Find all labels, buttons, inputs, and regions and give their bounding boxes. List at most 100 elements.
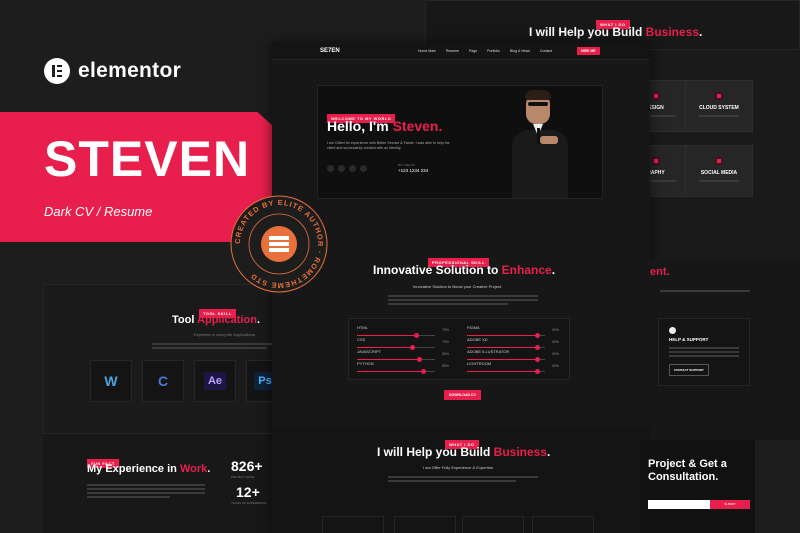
- hire-me-button[interactable]: HIRE ME: [577, 47, 600, 55]
- skill-bar: [357, 333, 435, 338]
- skill-bar-knob[interactable]: [535, 369, 541, 374]
- cta-heading: Project & Get a Consultation.: [648, 458, 727, 483]
- skill-row: ADOBE ILLUSTRATOR 90%: [467, 349, 559, 362]
- skill-bar: [467, 345, 545, 350]
- nav-item-blog[interactable]: Blog & News: [510, 49, 530, 53]
- skill-percent: 90%: [551, 340, 559, 344]
- skill-bar-fill: [467, 371, 538, 372]
- stat-projects: 826+: [231, 458, 263, 474]
- linkedin-icon[interactable]: [360, 165, 367, 172]
- skill-bar-fill: [467, 347, 538, 348]
- cta-submit-button[interactable]: SUBMIT: [710, 500, 750, 509]
- skill-percent: 85%: [441, 364, 449, 368]
- cta-email-input[interactable]: [648, 500, 710, 509]
- stat-years: 12+: [236, 484, 260, 500]
- skill-name: HTML: [357, 325, 368, 330]
- bottom-whatido: WHAT I DO I will Help you Build Business…: [272, 427, 650, 533]
- skill-row: FIGMA 90%: [467, 325, 559, 338]
- skill-bar-fill: [357, 371, 424, 372]
- skill-bar: [357, 369, 435, 374]
- hero-heading: Hello, I'm Steven.: [327, 118, 443, 134]
- hero-text: I am Gifted for experience with Better S…: [327, 141, 450, 151]
- skill-percent: 90%: [551, 364, 559, 368]
- whatido-card-4[interactable]: [532, 516, 594, 533]
- phone-label: BUY ME ON: [398, 163, 415, 167]
- support-icon: [669, 327, 676, 334]
- tools-sub: Expertise in using the Applications.: [194, 332, 256, 337]
- service-card-cloud[interactable]: CLOUD SYSTEM: [685, 80, 753, 132]
- funfact-heading: My Experience in Work.: [87, 463, 211, 475]
- skill-row: PYTHON 85%: [357, 361, 449, 374]
- cplusplus-icon[interactable]: C: [142, 360, 184, 402]
- skills-panel: HTML 75% CSS 70% JAVASCRIPT 80% PYTHON 85% FIGM…: [348, 318, 570, 380]
- facebook-icon[interactable]: [338, 165, 345, 172]
- nav-menu: Home Main Resume Page Portfolio Blog & N…: [418, 49, 552, 53]
- skill-percent: 90%: [551, 328, 559, 332]
- nav-item-home[interactable]: Home Main: [418, 49, 436, 53]
- skill-row: JAVASCRIPT 80%: [357, 349, 449, 362]
- product-title: STEVEN: [44, 131, 251, 187]
- skill-bar-fill: [467, 335, 538, 336]
- skill-name: FIGMA: [467, 325, 480, 330]
- instagram-icon[interactable]: [349, 165, 356, 172]
- skill-bar-fill: [357, 359, 420, 360]
- skill-row: ADOBE XD 90%: [467, 337, 559, 350]
- skill-name: LIGHTROOM: [467, 361, 492, 366]
- skill-bar-fill: [357, 347, 412, 348]
- nav-item-resume[interactable]: Resume: [446, 49, 459, 53]
- skill-bar: [467, 333, 545, 338]
- skills-sub: Innovative Solution to Boost your Creati…: [413, 284, 503, 289]
- tools-heading: Tool Application.: [172, 314, 260, 326]
- skill-row: LIGHTROOM 90%: [467, 361, 559, 374]
- skill-name: PYTHON: [357, 361, 374, 366]
- tools-section: TOOL SKILL Tool Application. Expertise i…: [43, 284, 284, 434]
- skill-row: HTML 75%: [357, 325, 449, 338]
- screenshot-root: WHAT I DO I will Help you Build Business…: [0, 0, 800, 533]
- top-heading: I will Help you Build Business.: [529, 25, 703, 39]
- skill-bar: [467, 357, 545, 362]
- skill-name: CSS: [357, 337, 366, 342]
- elementor-wordmark: elementor: [78, 59, 182, 82]
- skill-name: ADOBE XD: [467, 337, 488, 342]
- elementor-icon: [44, 58, 70, 84]
- cta-section: Project & Get a Consultation. SUBMIT: [640, 440, 755, 533]
- nav-item-page[interactable]: Page: [469, 49, 477, 53]
- skill-percent: 80%: [441, 352, 449, 356]
- stat-projects-label: PROJECT DONE: [231, 475, 255, 479]
- portrait-image: [488, 86, 588, 198]
- contact-support-button[interactable]: CONTACT SUPPORT: [669, 364, 709, 376]
- site-navbar: SE7EN Home Main Resume Page Portfolio Bl…: [272, 43, 650, 60]
- skill-name: ADOBE ILLUSTRATOR: [467, 349, 510, 354]
- funfact-section: FUN FACT My Experience in Work. 826+ PRO…: [43, 434, 283, 533]
- nav-item-contact[interactable]: Contact: [540, 49, 552, 53]
- skill-bar: [357, 357, 435, 362]
- author-seal: CREATED BY ELITE AUTHOR · ROMETHEME STD: [229, 194, 329, 294]
- after-effects-icon[interactable]: Ae: [194, 360, 236, 402]
- service-card-social[interactable]: SOCIAL MEDIA: [685, 145, 753, 197]
- skills-heading: Innovative Solution to Enhance.: [373, 263, 556, 277]
- twitter-icon[interactable]: [327, 165, 334, 172]
- elementor-logo: elementor: [44, 58, 181, 84]
- wordpress-icon[interactable]: W: [90, 360, 132, 402]
- skill-bar-fill: [357, 335, 416, 336]
- hero-section: WELCOME TO MY WORLD Hello, I'm Steven. I…: [317, 85, 603, 199]
- download-cv-button[interactable]: DOWNLOAD CV: [444, 390, 481, 400]
- hero-social: [327, 165, 367, 172]
- site-logo[interactable]: SE7EN: [320, 48, 340, 54]
- skill-name: JAVASCRIPT: [357, 349, 382, 354]
- phone-number: +123 1234 234: [398, 168, 429, 173]
- skill-row: CSS 70%: [357, 337, 449, 350]
- whatido-heading: I will Help you Build Business.: [377, 445, 551, 459]
- skill-percent: 90%: [551, 352, 559, 356]
- skill-bar-fill: [467, 359, 538, 360]
- skill-bar: [467, 369, 545, 374]
- whatido-card-1[interactable]: [322, 516, 384, 533]
- skill-bar-knob[interactable]: [421, 369, 427, 374]
- whatido-card-2[interactable]: [394, 516, 456, 533]
- whatido-sub: I am Offer Fully Experience & Expertise.: [423, 465, 495, 470]
- whatido-card-3[interactable]: [462, 516, 524, 533]
- skill-percent: 75%: [441, 328, 449, 332]
- right-lower-panel: ent. HELP & SUPPORT CONTACT SUPPORT: [650, 260, 800, 440]
- nav-item-portfolio[interactable]: Portfolio: [487, 49, 500, 53]
- support-title: HELP & SUPPORT: [669, 337, 709, 342]
